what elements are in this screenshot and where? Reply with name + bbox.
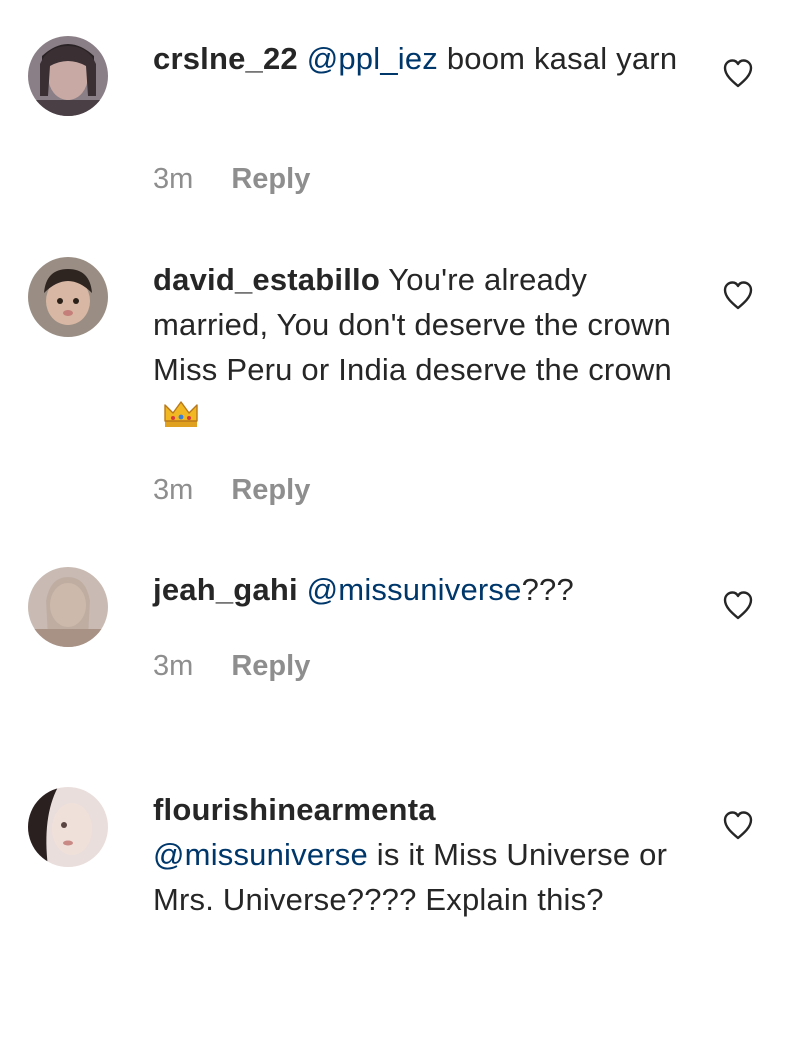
comment-text: ??? bbox=[521, 572, 574, 607]
crown-emoji bbox=[163, 396, 199, 427]
comment-mention[interactable]: @missuniverse bbox=[307, 572, 522, 607]
comment-body: crslne_22 @ppl_iez boom kasal yarn bbox=[153, 36, 683, 81]
comment-mention[interactable]: @ppl_iez bbox=[307, 41, 438, 76]
comment-username[interactable]: jeah_gahi bbox=[153, 572, 298, 607]
reply-button[interactable]: Reply bbox=[231, 474, 310, 506]
avatar[interactable] bbox=[28, 787, 108, 867]
comment-mention[interactable]: @missuniverse bbox=[153, 837, 368, 872]
comment-username[interactable]: david_estabillo bbox=[153, 262, 380, 297]
comment-time: 3m bbox=[153, 163, 194, 195]
heart-outline-icon[interactable] bbox=[722, 810, 754, 840]
reply-button[interactable]: Reply bbox=[231, 650, 310, 682]
comment-meta: 3m Reply bbox=[153, 474, 310, 507]
comment-body: flourishinearmenta @missuniverse is it M… bbox=[153, 787, 683, 922]
comment-time: 3m bbox=[153, 474, 194, 506]
comment-body: jeah_gahi @missuniverse??? bbox=[153, 567, 683, 612]
comment-body: david_estabillo You're already married, … bbox=[153, 257, 683, 437]
heart-outline-icon[interactable] bbox=[722, 590, 754, 620]
heart-outline-icon[interactable] bbox=[722, 280, 754, 310]
comment-meta: 3m Reply bbox=[153, 163, 310, 196]
comment-username[interactable]: crslne_22 bbox=[153, 41, 298, 76]
heart-outline-icon[interactable] bbox=[722, 58, 754, 88]
comment-meta: 3m Reply bbox=[153, 650, 310, 683]
avatar[interactable] bbox=[28, 257, 108, 337]
comment-time: 3m bbox=[153, 650, 194, 682]
avatar[interactable] bbox=[28, 36, 108, 116]
comment-text: boom kasal yarn bbox=[438, 41, 678, 76]
reply-button[interactable]: Reply bbox=[231, 163, 310, 195]
comment-username[interactable]: flourishinearmenta bbox=[153, 792, 436, 827]
avatar[interactable] bbox=[28, 567, 108, 647]
